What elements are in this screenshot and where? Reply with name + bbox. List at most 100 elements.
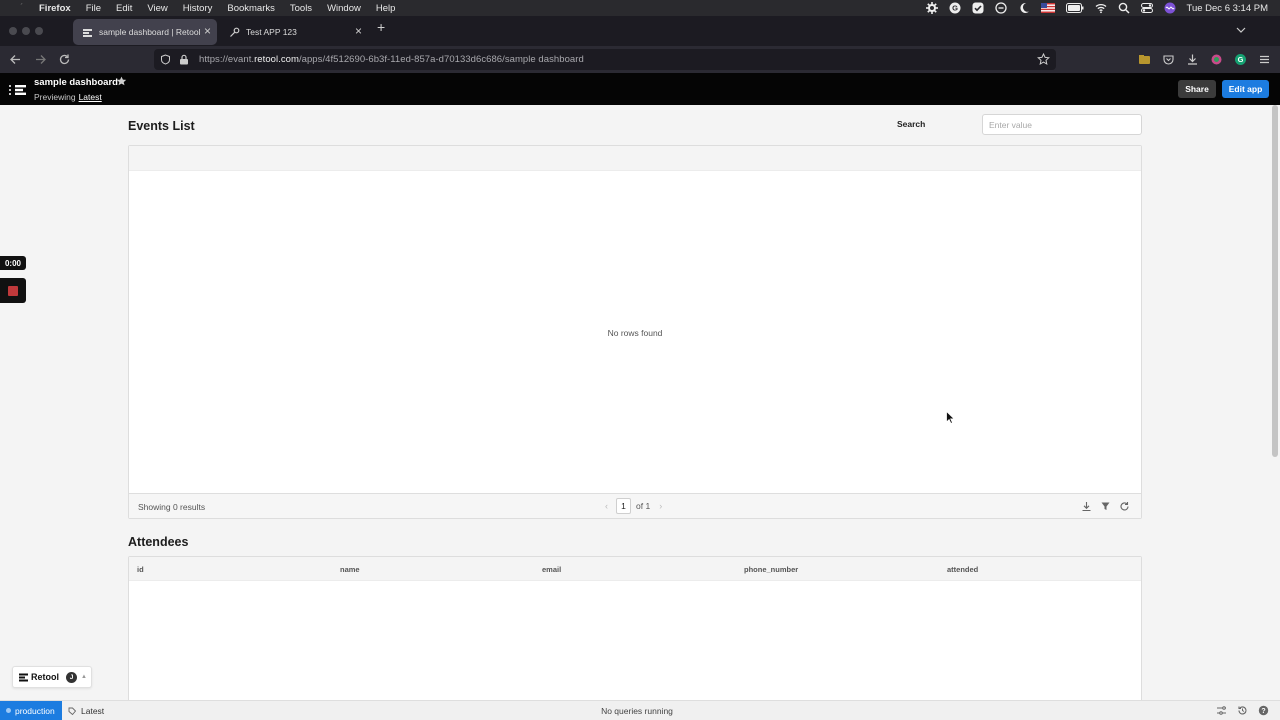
menu-bookmarks[interactable]: Bookmarks [227,3,275,14]
user-avatar[interactable]: J [66,671,77,683]
url-path: /apps/4f512690-6b3f-11ed-857a-d70133d6c6… [298,54,584,65]
address-bar[interactable]: https://evant.retool.com/apps/4f512690-6… [154,49,1056,70]
forward-arrow-icon[interactable] [34,53,47,66]
history-icon[interactable] [1237,705,1248,716]
retool-badge-label: Retool [31,672,59,682]
column-header-email[interactable]: email [542,565,561,574]
favorite-star-icon[interactable] [116,76,127,87]
refresh-icon[interactable] [1119,501,1130,512]
tracking-shield-icon[interactable] [160,54,171,65]
apple-logo-icon[interactable] [13,1,27,15]
wifi-icon[interactable] [1095,2,1107,14]
search-input[interactable] [982,114,1142,135]
tab-title: Test APP 123 [246,27,297,37]
next-page-icon[interactable]: › [659,501,662,511]
browser-tab-sample-dashboard[interactable]: sample dashboard | Retool × [73,19,217,45]
url-prefix: https://evant. [199,54,255,65]
page-number-input[interactable]: 1 [616,498,631,514]
svg-text:?: ? [1261,708,1265,715]
browser-tab-test-app[interactable]: Test APP 123 × [220,19,368,45]
browser-tab-strip: sample dashboard | Retool × Test APP 123… [0,16,1280,46]
share-button[interactable]: Share [1178,80,1216,98]
menu-history[interactable]: History [183,3,213,14]
version-link[interactable]: Latest [79,92,102,102]
extension-folder-icon[interactable] [1138,53,1151,66]
reload-icon[interactable] [58,53,71,66]
events-table-footer: Showing 0 results ‹ 1 of 1 › [129,493,1141,518]
retool-app-header: sample dashboard Previewing Latest Share … [0,73,1280,105]
menu-firefox[interactable]: Firefox [39,3,71,14]
key-icon [230,27,240,37]
pagination: ‹ 1 of 1 › [605,498,662,514]
menu-tools[interactable]: Tools [290,3,312,14]
stop-icon [8,285,18,296]
retool-logo-icon [19,673,28,681]
grammarly-icon[interactable]: G [949,2,961,14]
check-badge-icon[interactable] [972,2,984,14]
events-table[interactable]: No rows found Showing 0 results ‹ 1 of 1… [128,145,1142,519]
column-header-id[interactable]: id [137,565,144,574]
hamburger-menu-icon[interactable] [1258,53,1271,66]
attendees-table-header: id name email phone_number attended [129,557,1141,581]
minus-circle-icon[interactable] [994,2,1007,14]
debug-tools-icon[interactable] [1216,705,1227,716]
page-scrollbar[interactable] [1272,105,1278,457]
battery-icon[interactable] [1065,3,1084,13]
spotlight-search-icon[interactable] [1118,2,1130,14]
moon-icon[interactable] [1018,2,1030,14]
queries-status: No queries running [601,706,673,716]
browser-navigation-bar: https://evant.retool.com/apps/4f512690-6… [0,46,1280,73]
new-tab-icon[interactable]: + [377,19,385,35]
window-minimize-button[interactable] [22,27,30,35]
menu-file[interactable]: File [86,3,101,14]
chevron-up-icon[interactable]: ▲ [81,674,87,680]
retool-badge[interactable]: Retool J ▲ [12,666,92,688]
svg-text:G: G [952,4,958,13]
clock-datetime[interactable]: Tue Dec 6 3:14 PM [1187,3,1269,14]
previewing-label: Previewing [34,92,76,102]
chevron-down-icon[interactable] [1236,26,1246,34]
app-name[interactable]: sample dashboard [34,77,118,88]
tab-close-icon[interactable]: × [204,25,211,37]
control-center-icon[interactable] [1140,2,1153,14]
previewing-indicator: Previewing Latest [34,92,102,102]
retool-menu-icon[interactable] [8,83,30,97]
column-header-name[interactable]: name [340,565,360,574]
results-count: Showing 0 results [138,502,206,512]
retool-status-bar: production Latest No queries running ? [0,700,1280,720]
gear-status-icon[interactable] [925,2,938,14]
pocket-icon[interactable] [1162,53,1175,66]
us-flag-icon[interactable] [1040,3,1055,13]
color-extension-icon[interactable] [1210,53,1223,66]
window-close-button[interactable] [9,27,17,35]
siri-icon[interactable] [1164,2,1176,14]
stop-recording-button[interactable] [0,278,26,303]
edit-app-button[interactable]: Edit app [1222,80,1269,98]
attendees-table[interactable]: id name email phone_number attended [128,556,1142,706]
menu-help[interactable]: Help [376,3,396,14]
grammarly-extension-icon[interactable]: G [1234,53,1247,66]
mouse-cursor-icon [946,411,955,424]
help-icon[interactable]: ? [1258,705,1269,716]
download-icon[interactable] [1081,501,1092,512]
tab-close-icon[interactable]: × [355,25,362,37]
menu-window[interactable]: Window [327,3,361,14]
download-icon[interactable] [1186,53,1199,66]
menu-edit[interactable]: Edit [116,3,132,14]
window-zoom-button[interactable] [35,27,43,35]
menu-view[interactable]: View [147,3,167,14]
empty-state-text: No rows found [607,328,663,338]
lock-icon[interactable] [179,54,189,65]
column-header-attended[interactable]: attended [947,565,978,574]
url-text[interactable]: https://evant.retool.com/apps/4f512690-6… [199,54,584,65]
filter-icon[interactable] [1100,501,1111,512]
page-total: of 1 [636,501,651,511]
back-arrow-icon[interactable] [9,53,22,66]
column-header-phone-number[interactable]: phone_number [744,565,798,574]
retool-favicon-icon [83,28,92,37]
macos-menu-bar: Firefox File Edit View History Bookmarks… [0,0,1280,16]
previous-page-icon[interactable]: ‹ [605,501,608,511]
search-label: Search [897,119,926,129]
attendees-title: Attendees [128,535,189,549]
bookmark-star-icon[interactable] [1037,53,1050,66]
